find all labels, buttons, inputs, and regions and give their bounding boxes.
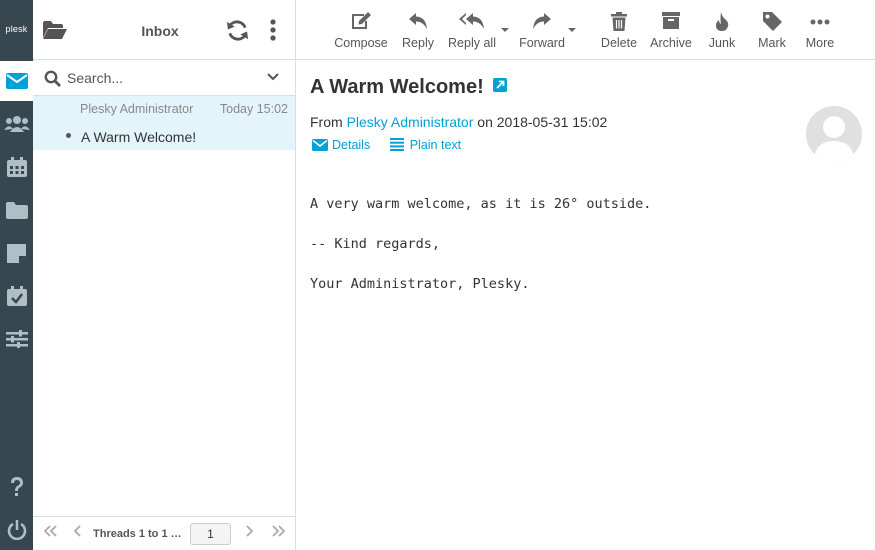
delete-button[interactable]: Delete	[596, 0, 642, 60]
reply-icon	[409, 13, 427, 29]
reply-all-button[interactable]: Reply all	[446, 0, 498, 60]
nav-contacts[interactable]	[0, 104, 33, 144]
list-pagination: Threads 1 to 1 of 1 1	[33, 516, 295, 550]
reply-all-icon	[459, 13, 484, 29]
message-from: Plesky Administrator	[80, 102, 194, 116]
junk-button[interactable]: Junk	[702, 0, 742, 60]
forward-dropdown-icon[interactable]	[567, 26, 577, 34]
list-header: Inbox	[33, 0, 295, 60]
calendar-icon	[6, 157, 27, 177]
sender-avatar	[806, 106, 862, 162]
archive-button[interactable]: Archive	[646, 0, 696, 60]
help-icon	[10, 477, 23, 496]
message-body: A very warm welcome, as it is 26° outsid…	[310, 196, 652, 292]
message-view: Compose Reply Reply all Forward Delete A…	[296, 0, 875, 550]
envelope-icon	[312, 139, 328, 151]
power-icon	[7, 520, 26, 540]
nav-notes[interactable]	[0, 233, 33, 273]
plesk-logo: plesk	[5, 24, 28, 34]
nav-tasks[interactable]	[0, 276, 33, 316]
plain-text-link[interactable]: Plain text	[389, 138, 461, 152]
from-line: From Plesky Administrator on 2018-05-31 …	[310, 114, 608, 130]
search-input[interactable]	[67, 69, 257, 87]
details-link[interactable]: Details	[312, 138, 374, 152]
last-page-icon[interactable]	[271, 525, 285, 537]
mail-icon	[5, 73, 28, 89]
more-vertical-icon[interactable]	[270, 19, 276, 41]
more-horizontal-icon	[810, 19, 830, 25]
mark-button[interactable]: Mark	[752, 0, 792, 60]
chevron-down-icon[interactable]	[267, 73, 279, 81]
trash-icon	[611, 12, 627, 31]
tasks-icon	[6, 286, 27, 306]
first-page-icon[interactable]	[44, 525, 58, 537]
nav-logout[interactable]	[0, 510, 33, 550]
message-subject: A Warm Welcome!	[81, 129, 197, 145]
prev-page-icon[interactable]	[74, 525, 82, 537]
toolbar: Compose Reply Reply all Forward Delete A…	[296, 0, 875, 60]
message-date-full: 2018-05-31 15:02	[496, 114, 608, 130]
nav-help[interactable]	[0, 467, 33, 507]
note-icon	[7, 243, 26, 263]
nav-files[interactable]	[0, 190, 33, 230]
nav-mail[interactable]	[0, 61, 33, 101]
search-icon[interactable]	[44, 70, 61, 87]
tag-icon	[762, 12, 782, 31]
forward-button[interactable]: Forward	[515, 0, 569, 60]
list-item[interactable]: Plesky Administrator Today 15:02 A Warm …	[33, 96, 295, 150]
compose-icon	[352, 12, 371, 29]
forward-icon	[533, 13, 551, 29]
next-page-icon[interactable]	[245, 525, 253, 537]
page-number-input[interactable]: 1	[190, 523, 231, 545]
open-in-new-window-icon[interactable]	[493, 78, 508, 92]
compose-button[interactable]: Compose	[330, 0, 392, 60]
header-links: Details Plain text	[312, 138, 461, 152]
message-list-panel: Inbox Plesky Administrator Today 15:02 A…	[33, 0, 296, 550]
reply-button[interactable]: Reply	[396, 0, 440, 60]
nav-calendar[interactable]	[0, 147, 33, 187]
user-silhouette-icon	[814, 116, 854, 162]
message-title: A Warm Welcome!	[310, 76, 508, 99]
app-nav: plesk	[0, 0, 33, 550]
search-bar	[33, 60, 295, 96]
contacts-icon	[3, 116, 30, 132]
fire-icon	[716, 12, 729, 31]
refresh-icon[interactable]	[226, 19, 249, 42]
nav-settings[interactable]	[0, 319, 33, 359]
thread-count: Threads 1 to 1 of 1	[93, 528, 185, 540]
folder-icon	[5, 201, 28, 219]
lines-icon	[389, 138, 404, 151]
more-button[interactable]: More	[800, 0, 840, 60]
reply-all-dropdown-icon[interactable]	[500, 26, 510, 34]
archive-icon	[662, 12, 680, 29]
sender-link[interactable]: Plesky Administrator	[347, 114, 474, 130]
unread-dot-icon	[66, 133, 71, 138]
message-date: Today 15:02	[219, 102, 288, 116]
sliders-icon	[5, 330, 28, 348]
